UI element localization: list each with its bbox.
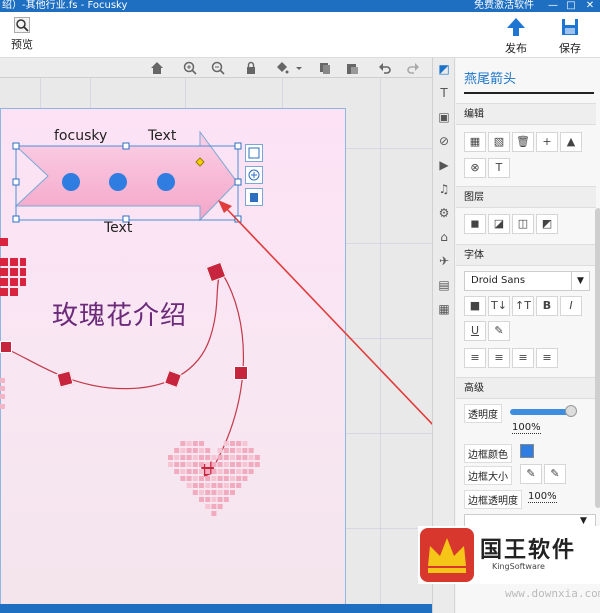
- text-edit-icon[interactable]: T: [488, 158, 510, 178]
- image-icon[interactable]: ▣: [437, 110, 451, 124]
- section-advanced: 高级: [456, 377, 596, 399]
- underline-icon[interactable]: U: [464, 321, 486, 341]
- opacity-label: 透明度: [464, 404, 502, 423]
- pen-icon[interactable]: ✎: [520, 464, 542, 484]
- italic-icon[interactable]: I: [560, 296, 582, 316]
- bold-icon[interactable]: B: [536, 296, 558, 316]
- opacity-slider-handle[interactable]: [565, 405, 577, 417]
- send-backward-icon[interactable]: ◫: [512, 214, 534, 234]
- flash-icon[interactable]: ⚙: [437, 206, 451, 220]
- crown-logo-icon: [420, 528, 474, 582]
- delete-icon[interactable]: 🗑: [512, 132, 534, 152]
- shape-icon[interactable]: ◩: [437, 62, 451, 76]
- logo-subtitle: KingSoftware: [492, 562, 545, 571]
- video-icon[interactable]: ▶: [437, 158, 451, 172]
- border-opacity-value[interactable]: 100%: [528, 491, 557, 503]
- align-center-icon[interactable]: ≡: [488, 348, 510, 368]
- shape-title: 燕尾箭头: [464, 72, 517, 87]
- layout-icon[interactable]: ▦: [437, 302, 451, 316]
- layers-icon[interactable]: ⌂: [437, 230, 451, 244]
- format-brush-icon[interactable]: ✎: [488, 321, 510, 341]
- text-icon[interactable]: T: [437, 86, 451, 100]
- line-style-swatch[interactable]: [464, 92, 594, 94]
- panel-scrollbar[interactable]: [595, 208, 600, 508]
- align-justify-icon[interactable]: ≡: [536, 348, 558, 368]
- section-font: 字体: [456, 244, 596, 266]
- cancel-icon[interactable]: ⊗: [464, 158, 486, 178]
- group-icon[interactable]: ▧: [488, 132, 510, 152]
- section-layer: 图层: [456, 186, 596, 208]
- logo-name: 国王软件: [480, 538, 577, 563]
- status-bar: [0, 604, 432, 613]
- align-right-icon[interactable]: ≡: [512, 348, 534, 368]
- pages-icon[interactable]: ▤: [437, 278, 451, 292]
- chevron-down-icon[interactable]: ▼: [580, 516, 587, 526]
- bring-forward-icon[interactable]: ◪: [488, 214, 510, 234]
- border-opacity-label: 边框透明度: [464, 490, 522, 509]
- align-left-icon[interactable]: ≡: [464, 348, 486, 368]
- font-select-value: Droid Sans: [471, 275, 526, 286]
- watermark-logo: 国王软件 KingSoftware: [418, 526, 600, 584]
- section-edit: 编辑: [456, 103, 596, 125]
- link-icon[interactable]: ⊘: [437, 134, 451, 148]
- site-watermark: www.downxia.com: [505, 587, 600, 600]
- music-icon[interactable]: ♫: [437, 182, 451, 196]
- send-back-icon[interactable]: ◩: [536, 214, 558, 234]
- font-size-down-icon[interactable]: T↓: [488, 296, 510, 316]
- chevron-down-icon[interactable]: ▼: [571, 272, 589, 290]
- opacity-value[interactable]: 100%: [512, 422, 541, 434]
- border-color-label: 边框颜色: [464, 444, 512, 463]
- align-icon[interactable]: ▦: [464, 132, 486, 152]
- pen-icon[interactable]: ✎: [544, 464, 566, 484]
- opacity-slider[interactable]: [510, 409, 572, 415]
- bring-front-icon[interactable]: ◼: [464, 214, 486, 234]
- font-select[interactable]: Droid Sans ▼: [464, 271, 590, 291]
- font-color-icon[interactable]: ■: [464, 296, 486, 316]
- lock-icon[interactable]: ▲: [560, 132, 582, 152]
- border-size-label: 边框大小: [464, 466, 512, 485]
- border-color-swatch[interactable]: [520, 444, 534, 458]
- plane-icon[interactable]: ✈: [437, 254, 451, 268]
- add-icon[interactable]: +: [536, 132, 558, 152]
- font-size-up-icon[interactable]: ↑T: [512, 296, 534, 316]
